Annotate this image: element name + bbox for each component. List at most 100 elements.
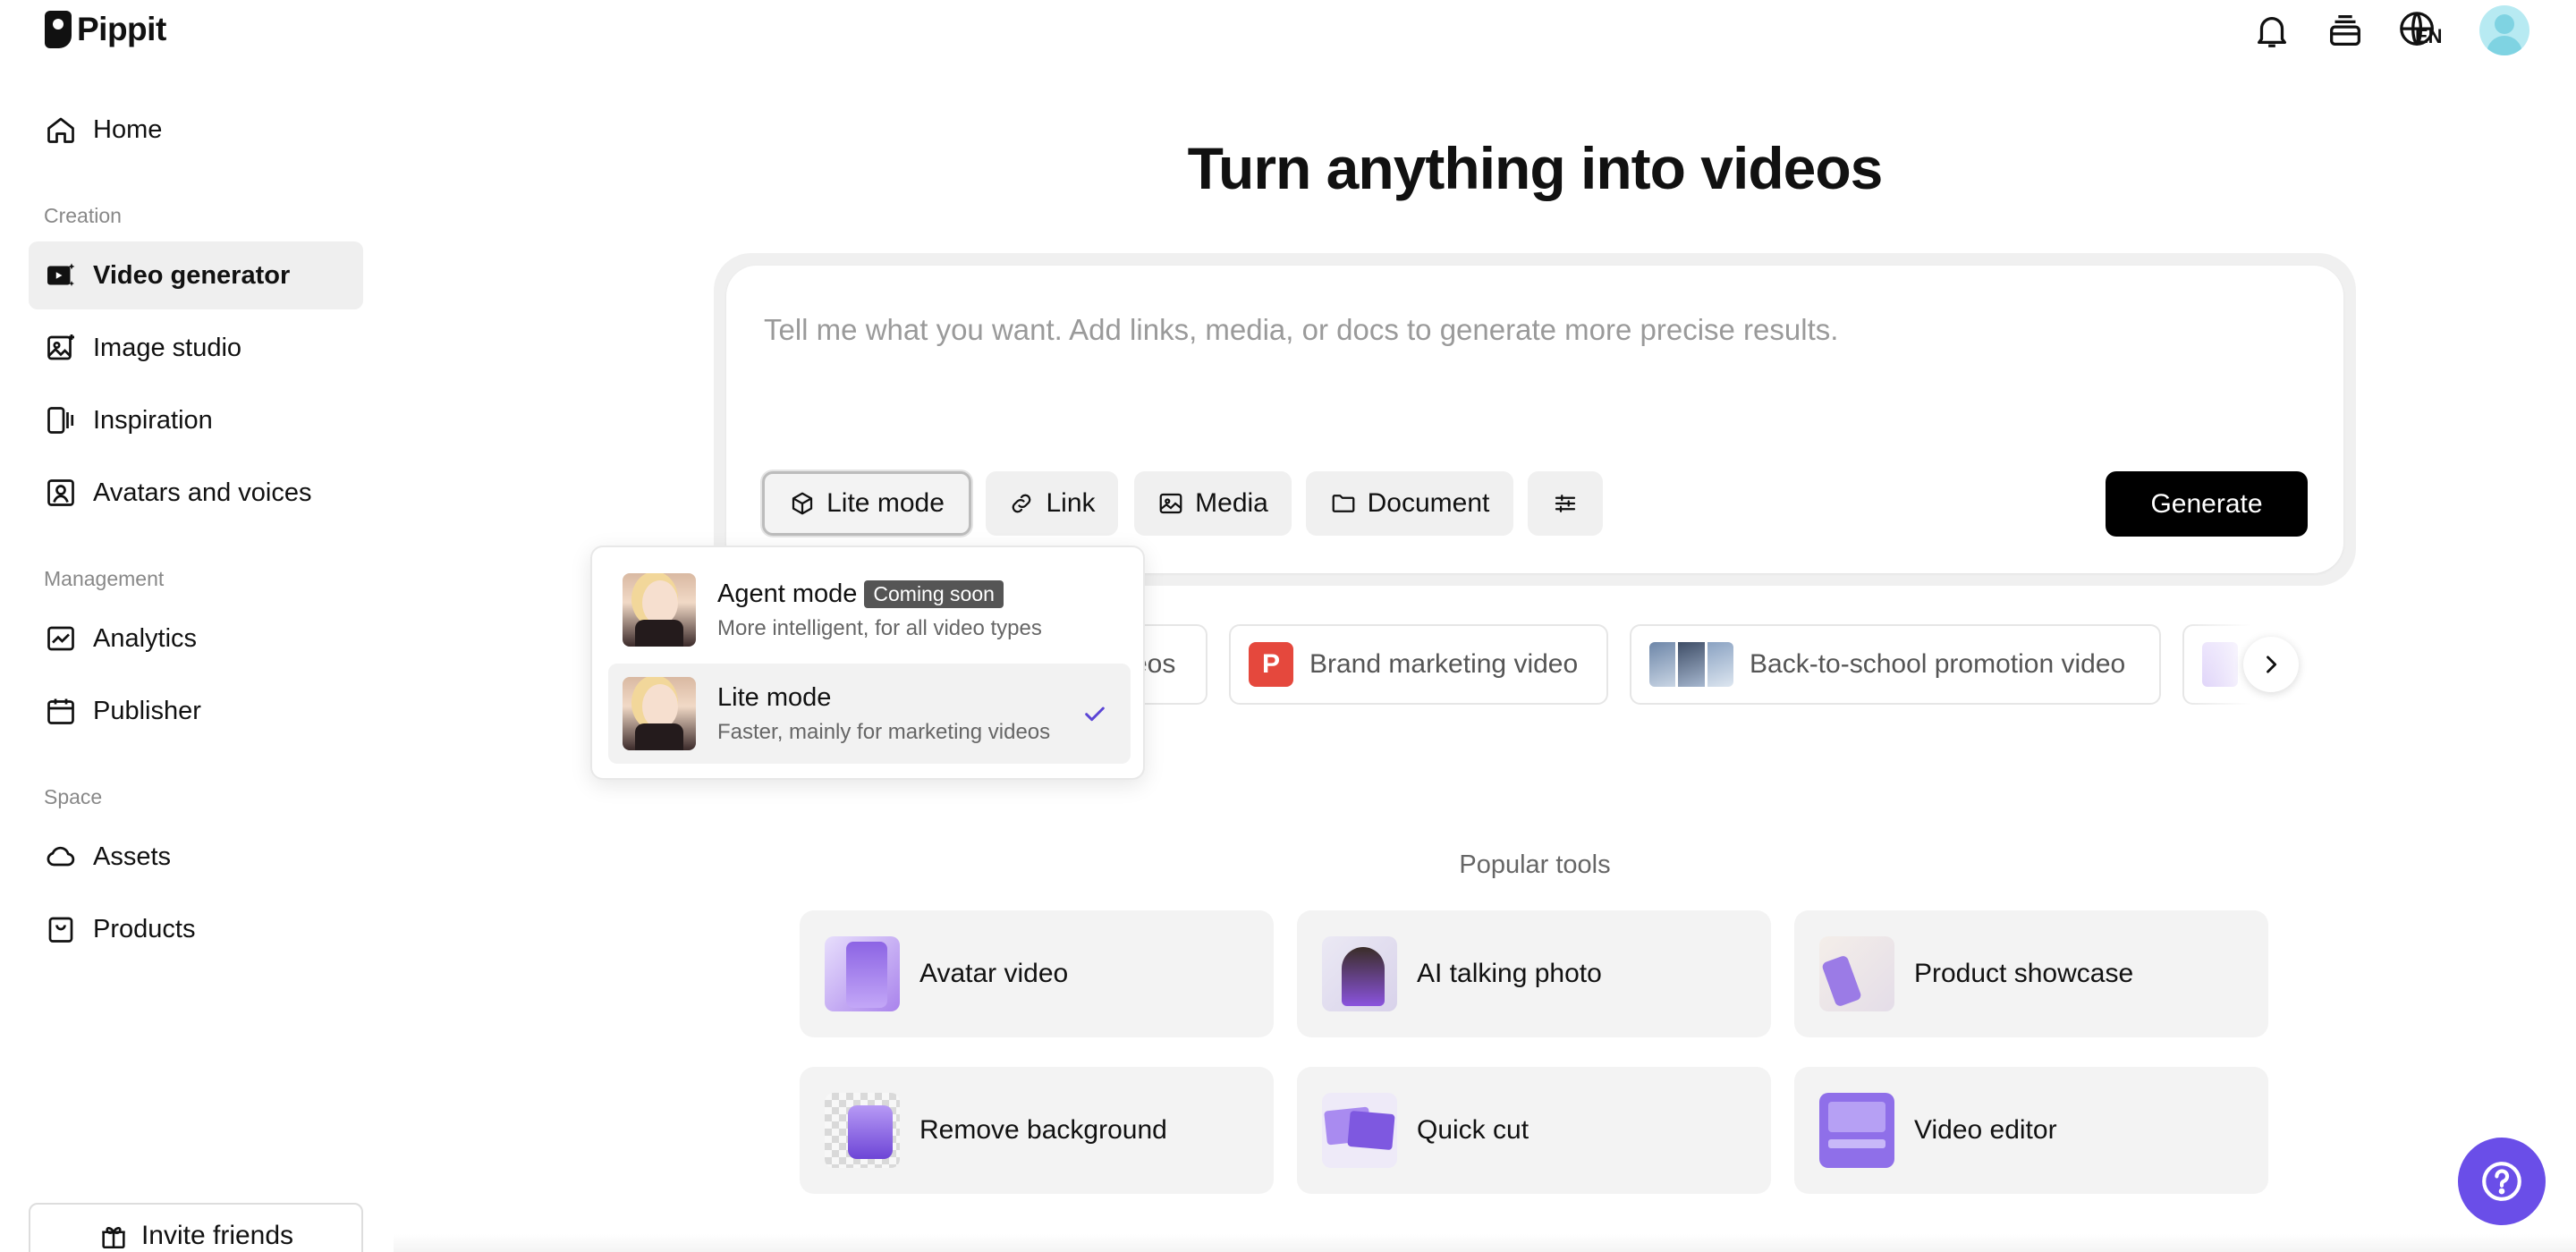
gift-icon bbox=[102, 1226, 125, 1248]
chevron-right-icon bbox=[2267, 656, 2277, 673]
cloud-icon bbox=[47, 846, 75, 867]
tool-label: Video editor bbox=[1914, 1115, 2057, 1145]
sidebar-item-avatars-voices[interactable]: Avatars and voices bbox=[29, 459, 363, 527]
bottom-shade bbox=[394, 1234, 2576, 1252]
logo-icon bbox=[45, 11, 72, 48]
tool-label: Remove background bbox=[919, 1115, 1167, 1145]
sidebar-item-home[interactable]: Home bbox=[29, 96, 363, 164]
tool-label: Product showcase bbox=[1914, 959, 2134, 988]
sidebar-item-video-generator[interactable]: Video generator bbox=[29, 241, 363, 309]
sidebar-item-label: Analytics bbox=[93, 623, 198, 653]
mode-title-text: Lite mode bbox=[717, 682, 832, 712]
mode-option-description: Faster, mainly for marketing videos bbox=[717, 719, 1051, 744]
sliders-icon bbox=[1555, 495, 1576, 512]
calendar-icon bbox=[47, 698, 74, 724]
link-chip[interactable]: Link bbox=[986, 471, 1118, 536]
mode-option-title: Lite mode bbox=[717, 683, 1050, 713]
lite-mode-thumbnail bbox=[623, 677, 696, 750]
coming-soon-badge: Coming soon bbox=[864, 579, 1004, 608]
logo[interactable]: Pippit bbox=[45, 11, 166, 48]
suggestion-label: Back-to-school promotion video bbox=[1750, 649, 2126, 679]
tool-avatar-video[interactable]: Avatar video bbox=[800, 910, 1274, 1037]
sidebar-item-image-studio[interactable]: Image studio bbox=[29, 314, 363, 382]
invite-friends-button[interactable]: Invite friends bbox=[29, 1203, 363, 1252]
prompt-placeholder: Tell me what you want. Add links, media,… bbox=[764, 313, 1839, 346]
product-showcase-icon bbox=[1819, 936, 1894, 1011]
brand-badge-icon: P bbox=[1249, 642, 1293, 687]
logo-text: Pippit bbox=[77, 11, 166, 47]
media-chip[interactable]: Media bbox=[1134, 471, 1292, 536]
image-icon bbox=[1159, 493, 1182, 514]
tool-label: AI talking photo bbox=[1417, 959, 1602, 988]
sidebar-item-publisher[interactable]: Publisher bbox=[29, 677, 363, 745]
document-chip[interactable]: Document bbox=[1306, 471, 1513, 536]
media-label: Media bbox=[1195, 488, 1268, 518]
tool-video-editor[interactable]: Video editor bbox=[1794, 1067, 2268, 1194]
language-code: EN bbox=[2415, 25, 2443, 47]
talking-photo-icon bbox=[1322, 936, 1397, 1011]
tool-remove-background[interactable]: Remove background bbox=[800, 1067, 1274, 1194]
cube-icon bbox=[792, 492, 813, 515]
section-label-space: Space bbox=[44, 785, 103, 808]
bag-icon bbox=[48, 917, 73, 943]
suggestion-brand-marketing[interactable]: P Brand marketing video bbox=[1229, 624, 1608, 705]
layers-button[interactable] bbox=[2324, 9, 2367, 52]
tool-ai-talking-photo[interactable]: AI talking photo bbox=[1297, 910, 1771, 1037]
link-label: Link bbox=[1046, 488, 1096, 518]
generate-button[interactable]: Generate bbox=[2106, 471, 2308, 537]
inspiration-icon bbox=[47, 407, 74, 434]
mode-option-title: Agent mode Coming soon bbox=[717, 579, 1042, 609]
lite-mode-label: Lite mode bbox=[826, 488, 945, 518]
mode-title-text: Agent mode bbox=[717, 579, 858, 608]
suggestion-label: Brand marketing video bbox=[1309, 649, 1579, 679]
mode-dropdown: Agent mode Coming soon More intelligent,… bbox=[590, 546, 1145, 780]
sidebar-item-label: Image studio bbox=[93, 333, 242, 362]
mode-option-lite[interactable]: Lite mode Faster, mainly for marketing v… bbox=[608, 664, 1131, 764]
sidebar-item-analytics[interactable]: Analytics bbox=[29, 605, 363, 673]
sidebar-item-products[interactable]: Products bbox=[29, 895, 363, 963]
section-title: Popular tools bbox=[1459, 850, 1611, 879]
quick-cut-icon bbox=[1322, 1093, 1397, 1168]
thumbnail-strip bbox=[1649, 642, 1733, 687]
section-label-creation: Creation bbox=[44, 204, 122, 227]
suggestion-back-to-school[interactable]: Back-to-school promotion video bbox=[1630, 624, 2161, 705]
check-icon bbox=[1085, 706, 1105, 722]
notifications-button[interactable] bbox=[2250, 9, 2293, 52]
folder-icon bbox=[1332, 495, 1354, 512]
remove-background-icon bbox=[825, 1093, 900, 1168]
agent-mode-thumbnail bbox=[623, 573, 696, 647]
sidebar-item-assets[interactable]: Assets bbox=[29, 823, 363, 891]
home-icon bbox=[47, 117, 74, 143]
page-title: Turn anything into videos bbox=[1187, 135, 1884, 201]
analytics-icon bbox=[47, 626, 74, 651]
mode-option-text: Agent mode Coming soon More intelligent,… bbox=[717, 579, 1042, 641]
tool-product-showcase[interactable]: Product showcase bbox=[1794, 910, 2268, 1037]
tool-label: Avatar video bbox=[919, 959, 1069, 988]
bell-icon bbox=[2257, 17, 2287, 47]
sidebar-item-inspiration[interactable]: Inspiration bbox=[29, 386, 363, 454]
video-editor-icon bbox=[1819, 1093, 1894, 1168]
sidebar-item-label: Avatars and voices bbox=[93, 478, 312, 507]
stack-icon bbox=[2330, 15, 2360, 46]
user-avatar[interactable] bbox=[2479, 5, 2529, 55]
invite-friends-label: Invite friends bbox=[140, 1220, 294, 1250]
help-button[interactable] bbox=[2458, 1138, 2546, 1225]
sidebar-item-label: Assets bbox=[93, 842, 172, 871]
mode-option-agent[interactable]: Agent mode Coming soon More intelligent,… bbox=[608, 560, 1131, 660]
mode-option-text: Lite mode Faster, mainly for marketing v… bbox=[717, 683, 1050, 745]
section-label-management: Management bbox=[44, 567, 165, 590]
settings-chip[interactable] bbox=[1528, 471, 1603, 536]
sidebar-item-label: Products bbox=[93, 914, 196, 943]
tool-quick-cut[interactable]: Quick cut bbox=[1297, 1067, 1771, 1194]
image-studio-icon bbox=[47, 334, 74, 360]
tool-label: Quick cut bbox=[1417, 1115, 1530, 1145]
sidebar-item-label: Publisher bbox=[93, 696, 201, 725]
document-label: Document bbox=[1367, 488, 1490, 518]
lite-mode-chip[interactable]: Lite mode bbox=[762, 471, 971, 536]
next-suggestions-button[interactable] bbox=[2243, 637, 2299, 692]
avatar-voice-icon bbox=[47, 479, 74, 506]
sidebar: Pippit Home Creation Video generator Ima… bbox=[0, 0, 394, 1252]
mode-option-description: More intelligent, for all video types bbox=[717, 615, 1042, 640]
avatar-video-icon bbox=[825, 936, 900, 1011]
link-icon bbox=[1013, 494, 1031, 513]
